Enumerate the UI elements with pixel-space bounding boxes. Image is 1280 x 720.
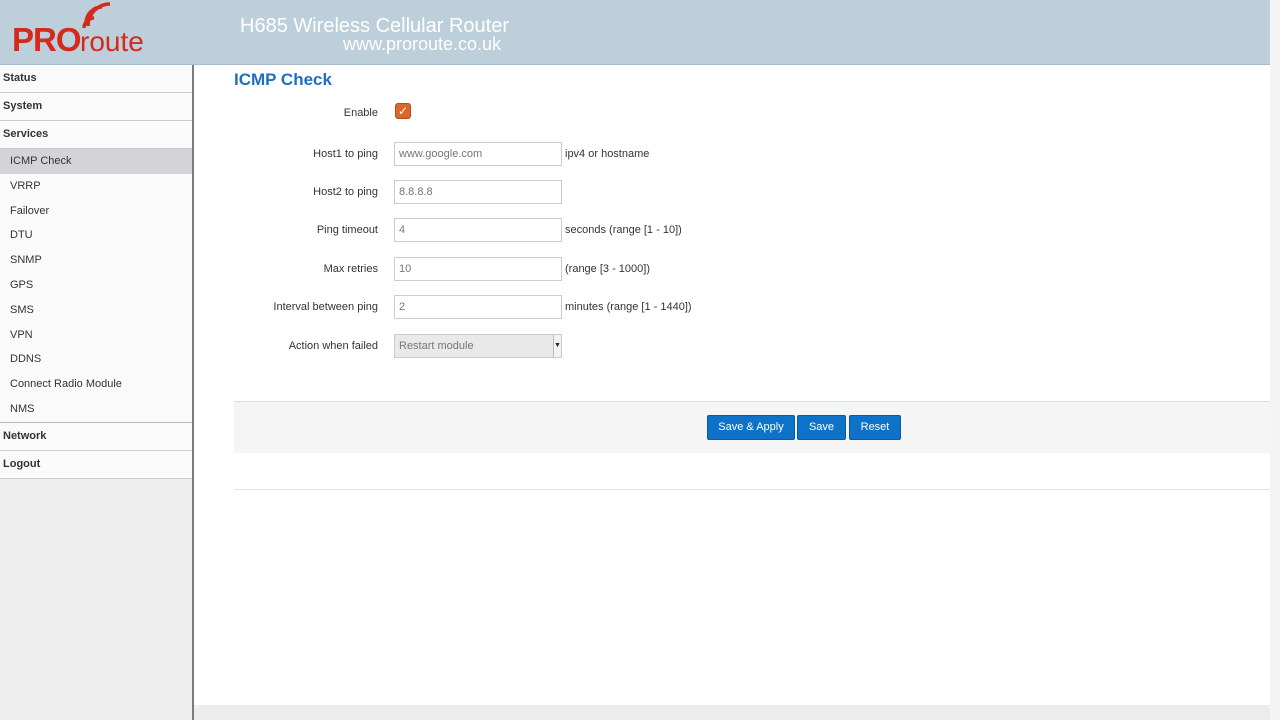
enable-checkbox[interactable]: ✓ — [395, 103, 411, 119]
sidebar-item-nms[interactable]: NMS — [0, 396, 192, 422]
host1-hint: ipv4 or hostname — [565, 148, 650, 160]
sidebar-item-icmp-check[interactable]: ICMP Check — [0, 149, 192, 174]
logo-route-text: route — [80, 26, 144, 57]
router-website-url: www.proroute.co.uk — [343, 34, 502, 54]
host1-row: Host1 to ping ipv4 or hostname — [194, 142, 1270, 166]
page-title: ICMP Check — [234, 70, 332, 89]
action-selected-value: Restart module — [399, 340, 474, 352]
ping-timeout-hint: seconds (range [1 - 10]) — [565, 224, 682, 236]
interval-input[interactable] — [394, 295, 562, 319]
max-retries-label: Max retries — [323, 263, 378, 275]
interval-hint: minutes (range [1 - 1440]) — [565, 301, 692, 313]
host2-row: Host2 to ping — [194, 180, 1270, 204]
services-submenu: ICMP Check VRRP Failover DTU SNMP GPS SM… — [0, 149, 192, 423]
sidebar-item-network[interactable]: Network — [0, 422, 192, 451]
save-button[interactable]: Save — [797, 415, 846, 440]
host2-input[interactable] — [394, 180, 562, 204]
sidebar-item-sms[interactable]: SMS — [0, 297, 192, 323]
form-actions-bar: Save & Apply Save Reset — [234, 401, 1270, 453]
page-scrollbar[interactable] — [1270, 0, 1280, 720]
host2-label: Host2 to ping — [313, 186, 378, 198]
host1-input[interactable] — [394, 142, 562, 166]
proroute-logo: PRO route — [12, 2, 172, 62]
max-retries-hint: (range [3 - 1000]) — [565, 263, 650, 275]
sidebar-item-logout[interactable]: Logout — [0, 450, 192, 479]
sidebar-item-dtu[interactable]: DTU — [0, 223, 192, 249]
sidebar-item-vrrp[interactable]: VRRP — [0, 173, 192, 199]
action-row: Action when failed Restart module ▼ — [194, 334, 1270, 358]
ping-timeout-label: Ping timeout — [316, 224, 378, 236]
header-bar: PRO route H685 Wireless Cellular Router … — [0, 0, 1270, 65]
ping-timeout-input[interactable] — [394, 218, 562, 242]
sidebar-item-status[interactable]: Status — [0, 65, 192, 93]
sidebar-item-system[interactable]: System — [0, 93, 192, 121]
sidebar-item-connect-radio-module[interactable]: Connect Radio Module — [0, 372, 192, 397]
max-retries-row: Max retries (range [3 - 1000]) — [194, 257, 1270, 281]
ping-timeout-row: Ping timeout seconds (range [1 - 10]) — [194, 218, 1270, 242]
save-apply-button[interactable]: Save & Apply — [707, 415, 795, 440]
sidebar-item-services[interactable]: Services — [0, 121, 192, 149]
main-content: ICMP Check Enable ✓ Host1 to ping ipv4 o… — [194, 65, 1270, 705]
content-divider — [234, 489, 1270, 490]
action-select[interactable]: Restart module ▼ — [394, 334, 562, 358]
enable-row: Enable ✓ — [194, 101, 1270, 125]
sidebar-item-ddns[interactable]: DDNS — [0, 347, 192, 373]
dropdown-arrow-icon: ▼ — [553, 335, 561, 357]
sidebar-item-vpn[interactable]: VPN — [0, 322, 192, 348]
interval-row: Interval between ping minutes (range [1 … — [194, 295, 1270, 319]
action-label: Action when failed — [288, 340, 378, 352]
sidebar-item-gps[interactable]: GPS — [0, 272, 192, 298]
host1-label: Host1 to ping — [313, 148, 378, 160]
sidebar-menu: Status System Services ICMP Check VRRP F… — [0, 65, 192, 720]
max-retries-input[interactable] — [394, 257, 562, 281]
enable-label: Enable — [343, 107, 378, 119]
interval-label: Interval between ping — [273, 301, 378, 313]
reset-button[interactable]: Reset — [849, 415, 901, 440]
logo-pro-text: PRO — [12, 21, 82, 58]
sidebar-item-failover[interactable]: Failover — [0, 198, 192, 224]
sidebar-item-snmp[interactable]: SNMP — [0, 248, 192, 273]
